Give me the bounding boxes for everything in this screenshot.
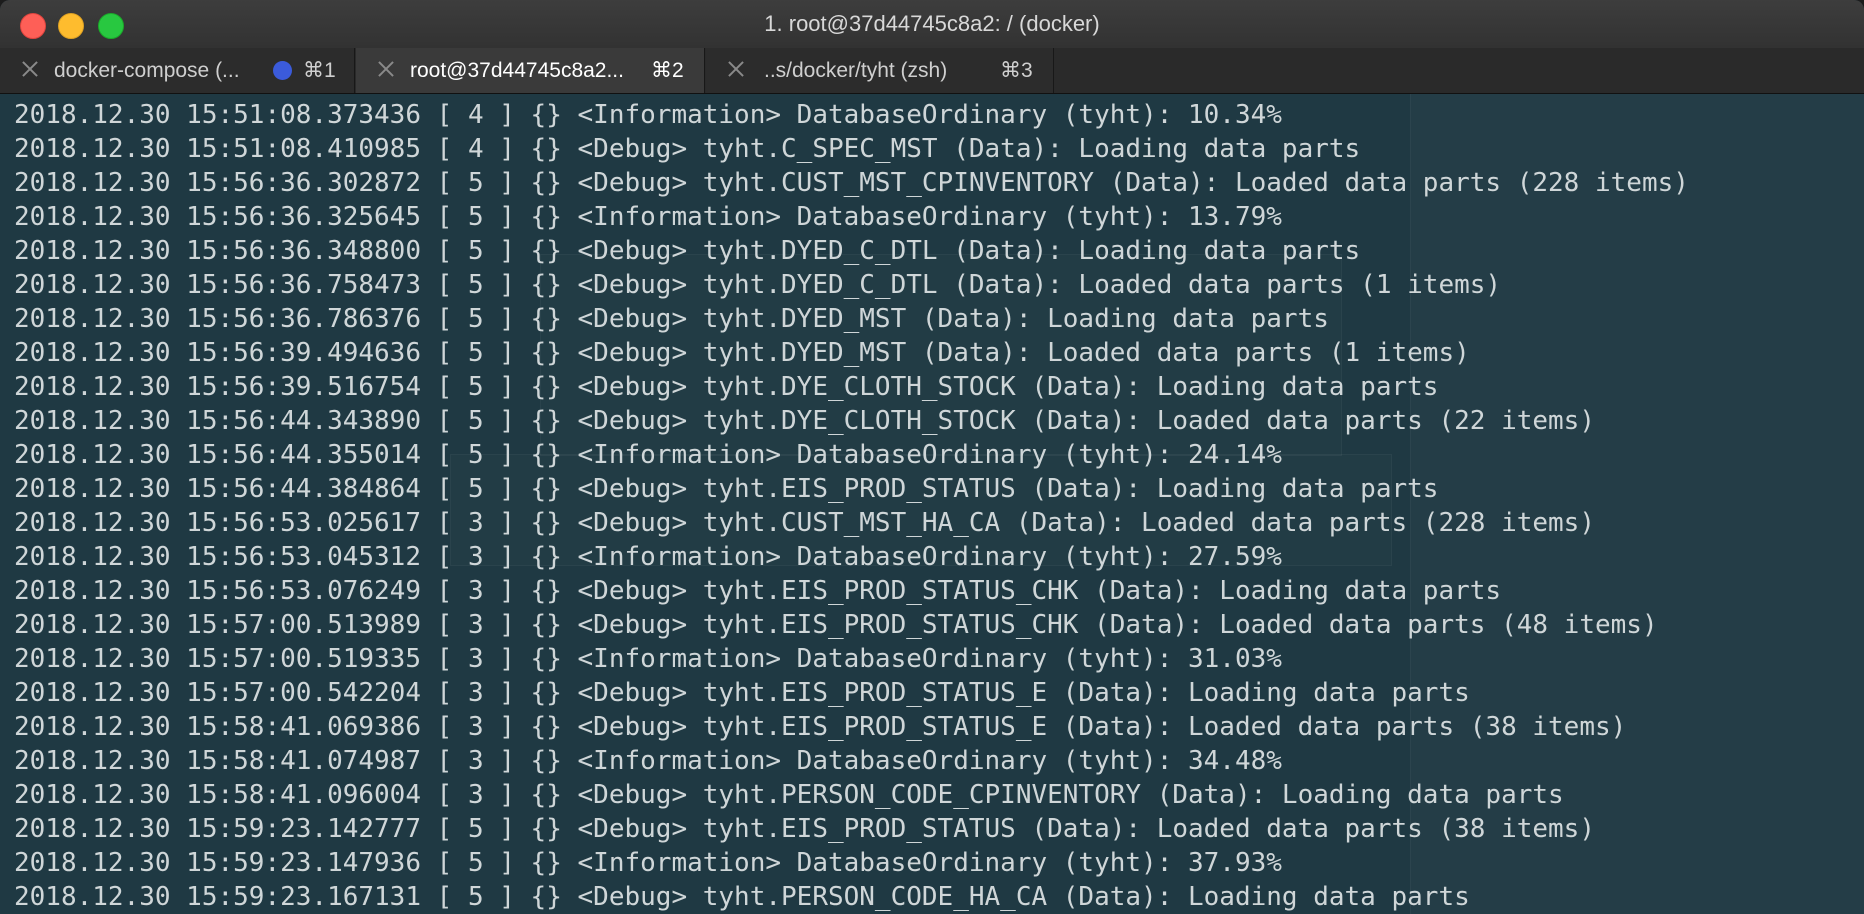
terminal-line: 2018.12.30 15:56:39.516754 [ 5 ] {} <Deb… <box>14 372 1439 402</box>
terminal-line: 2018.12.30 15:56:36.302872 [ 5 ] {} <Deb… <box>14 168 1689 198</box>
tab-label: docker-compose (... <box>54 59 240 82</box>
tab-root-shell[interactable]: root@37d44745c8a2... ⌘2 <box>356 48 705 93</box>
terminal-line: 2018.12.30 15:56:44.384864 [ 5 ] {} <Deb… <box>14 474 1439 504</box>
terminal-line: 2018.12.30 15:57:00.513989 [ 3 ] {} <Deb… <box>14 610 1658 640</box>
terminal-line: 2018.12.30 15:58:41.074987 [ 3 ] {} <Inf… <box>14 746 1282 776</box>
terminal-line: 2018.12.30 15:51:08.373436 [ 4 ] {} <Inf… <box>14 100 1282 130</box>
tab-shortcut: ⌘3 <box>1000 59 1033 82</box>
tab-bar: docker-compose (... ⌘1 root@37d44745c8a2… <box>0 48 1864 94</box>
close-icon[interactable] <box>20 59 40 79</box>
terminal-line: 2018.12.30 15:57:00.542204 [ 3 ] {} <Deb… <box>14 678 1470 708</box>
title-bar[interactable]: 1. root@37d44745c8a2: / (docker) <box>0 0 1864 49</box>
activity-dot-icon <box>273 61 292 80</box>
terminal-line: 2018.12.30 15:56:44.355014 [ 5 ] {} <Inf… <box>14 440 1282 470</box>
terminal-line: 2018.12.30 15:56:36.758473 [ 5 ] {} <Deb… <box>14 270 1502 300</box>
terminal-line: 2018.12.30 15:58:41.069386 [ 3 ] {} <Deb… <box>14 712 1627 742</box>
close-icon[interactable] <box>376 59 396 79</box>
terminal-line: 2018.12.30 15:59:23.142777 [ 5 ] {} <Deb… <box>14 814 1595 844</box>
tab-docker-compose[interactable]: docker-compose (... ⌘1 <box>0 48 355 93</box>
window-title: 1. root@37d44745c8a2: / (docker) <box>764 11 1100 36</box>
terminal-line: 2018.12.30 15:56:53.045312 [ 3 ] {} <Inf… <box>14 542 1282 572</box>
terminal-lines: 2018.12.30 15:51:08.373436 [ 4 ] {} <Inf… <box>14 98 1689 914</box>
terminal-line: 2018.12.30 15:51:08.410985 [ 4 ] {} <Deb… <box>14 134 1361 164</box>
terminal-line: 2018.12.30 15:56:53.025617 [ 3 ] {} <Deb… <box>14 508 1595 538</box>
terminal-line: 2018.12.30 15:57:00.519335 [ 3 ] {} <Inf… <box>14 644 1282 674</box>
tab-label: root@37d44745c8a2... <box>410 59 624 82</box>
terminal-line: 2018.12.30 15:56:36.786376 [ 5 ] {} <Deb… <box>14 304 1329 334</box>
terminal-line: 2018.12.30 15:56:36.348800 [ 5 ] {} <Deb… <box>14 236 1361 266</box>
terminal-line: 2018.12.30 15:56:53.076249 [ 3 ] {} <Deb… <box>14 576 1502 606</box>
terminal-line: 2018.12.30 15:59:23.147936 [ 5 ] {} <Inf… <box>14 848 1282 878</box>
tab-shortcut: ⌘1 <box>303 59 336 82</box>
terminal-line: 2018.12.30 15:56:36.325645 [ 5 ] {} <Inf… <box>14 202 1282 232</box>
tab-label: ..s/docker/tyht (zsh) <box>764 59 948 82</box>
terminal-line: 2018.12.30 15:56:39.494636 [ 5 ] {} <Deb… <box>14 338 1470 368</box>
terminal-line: 2018.12.30 15:56:44.343890 [ 5 ] {} <Deb… <box>14 406 1595 436</box>
close-icon[interactable] <box>726 59 746 79</box>
terminal-line: 2018.12.30 15:59:23.167131 [ 5 ] {} <Deb… <box>14 882 1470 912</box>
tab-shortcut: ⌘2 <box>651 59 684 82</box>
terminal-line: 2018.12.30 15:58:41.096004 [ 3 ] {} <Deb… <box>14 780 1564 810</box>
tab-tyht-zsh[interactable]: ..s/docker/tyht (zsh) ⌘3 <box>706 48 1054 93</box>
terminal-window: 1. root@37d44745c8a2: / (docker) docker-… <box>0 0 1864 914</box>
terminal-output[interactable]: 2018.12.30 15:51:08.373436 [ 4 ] {} <Inf… <box>0 94 1864 914</box>
